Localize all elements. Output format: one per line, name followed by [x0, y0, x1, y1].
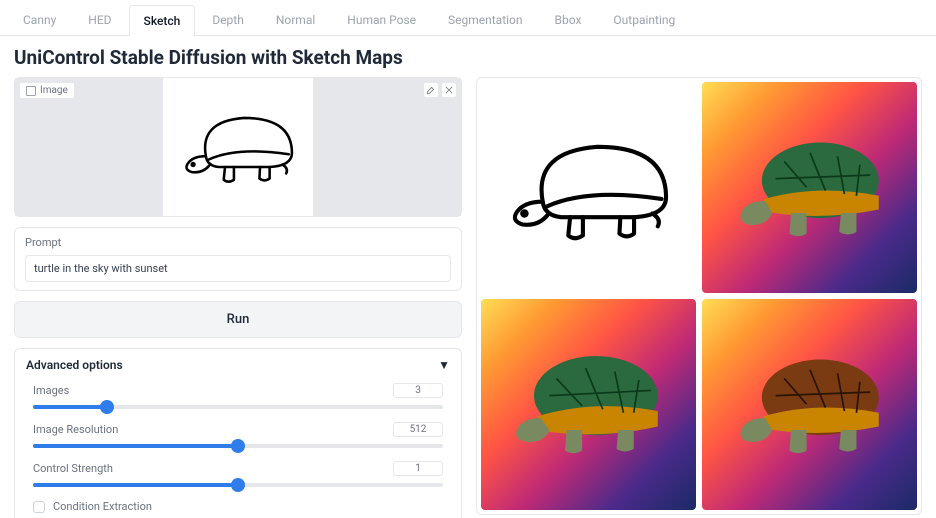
- checkbox-condition-label: Condition Extraction: [53, 500, 152, 513]
- slider-images-label: Images: [33, 384, 69, 397]
- gallery-item[interactable]: [481, 82, 696, 293]
- controls-column: Image: [14, 77, 462, 518]
- slider-strength: Control Strength 1: [33, 461, 443, 490]
- tab-hed[interactable]: HED: [73, 4, 126, 35]
- tab-sketch[interactable]: Sketch: [129, 5, 196, 36]
- advanced-accordion: Advanced options ▼ Images 3 I: [14, 348, 462, 518]
- advanced-heading: Advanced options: [26, 358, 123, 372]
- gallery-item[interactable]: [702, 299, 917, 510]
- tab-canny[interactable]: Canny: [8, 4, 71, 35]
- gallery-item[interactable]: [702, 82, 917, 293]
- prompt-input[interactable]: [25, 255, 451, 282]
- tab-segmentation[interactable]: Segmentation: [433, 4, 538, 35]
- output-gallery: [476, 77, 922, 515]
- slider-resolution: Image Resolution 512: [33, 422, 443, 451]
- slider-resolution-label: Image Resolution: [33, 423, 118, 436]
- slider-resolution-value: 512: [393, 422, 443, 437]
- slider-images-value: 3: [393, 383, 443, 398]
- tab-outpainting[interactable]: Outpainting: [598, 4, 690, 35]
- image-badge: Image: [19, 82, 75, 99]
- advanced-toggle[interactable]: Advanced options ▼: [15, 349, 461, 381]
- slider-images-track[interactable]: [33, 402, 443, 412]
- page-title: UniControl Stable Diffusion with Sketch …: [0, 36, 936, 77]
- edit-icon[interactable]: [423, 82, 439, 98]
- image-dropzone[interactable]: Image: [14, 77, 462, 217]
- chevron-down-icon: ▼: [438, 358, 450, 372]
- tab-bbox[interactable]: Bbox: [540, 4, 597, 35]
- prompt-field: Prompt: [14, 227, 462, 291]
- checkbox-condition-extraction[interactable]: Condition Extraction: [33, 500, 443, 513]
- prompt-label: Prompt: [25, 236, 451, 249]
- checkbox-icon: [33, 501, 45, 513]
- run-button[interactable]: Run: [14, 301, 462, 338]
- input-sketch: [163, 78, 313, 216]
- slider-strength-track[interactable]: [33, 480, 443, 490]
- slider-images: Images 3: [33, 383, 443, 412]
- close-icon[interactable]: [441, 82, 457, 98]
- slider-strength-value: 1: [393, 461, 443, 476]
- tab-depth[interactable]: Depth: [197, 4, 259, 35]
- tab-normal[interactable]: Normal: [261, 4, 330, 35]
- tab-human-pose[interactable]: Human Pose: [332, 4, 431, 35]
- slider-resolution-track[interactable]: [33, 441, 443, 451]
- tab-bar: Canny HED Sketch Depth Normal Human Pose…: [0, 0, 936, 36]
- slider-strength-label: Control Strength: [33, 462, 113, 475]
- gallery-item[interactable]: [481, 299, 696, 510]
